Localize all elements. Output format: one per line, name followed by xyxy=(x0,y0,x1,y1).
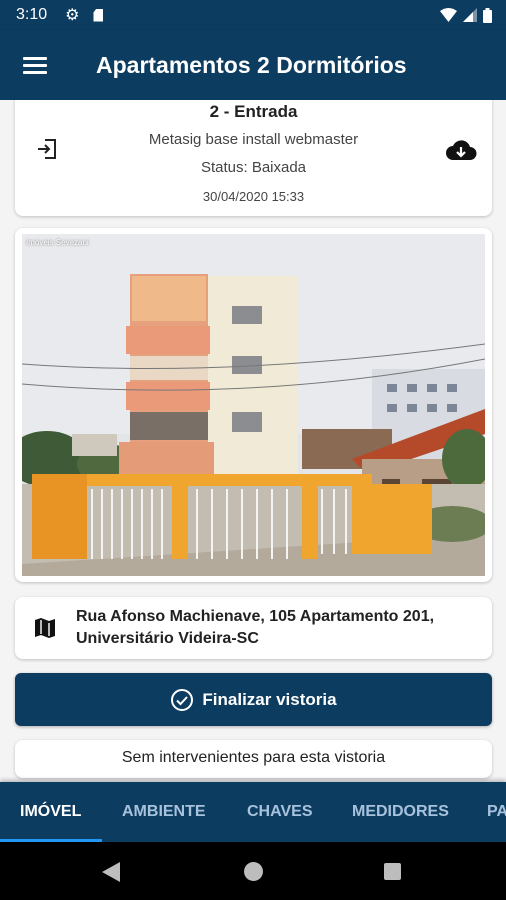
address-card[interactable]: Rua Afonso Machienave, 105 Apartamento 2… xyxy=(15,597,492,659)
check-circle-icon xyxy=(171,688,194,711)
status-time: 3:10 xyxy=(16,6,48,23)
recents-icon[interactable] xyxy=(384,863,401,880)
page-title: Apartamentos 2 Dormitórios xyxy=(96,51,407,78)
tab-ambiente[interactable]: AMBIENTE xyxy=(122,782,206,842)
status-bar: 3:10 ⚙ xyxy=(0,0,506,30)
main-content[interactable]: 2 - Entrada Metasig base install webmast… xyxy=(0,100,506,782)
finish-inspection-button[interactable]: Finalizar vistoria xyxy=(15,673,492,726)
entry-title: 2 - Entrada xyxy=(209,102,298,121)
entry-user: Metasig base install webmaster xyxy=(148,131,359,148)
photo-watermark: Imóveis Sevezani xyxy=(26,238,89,247)
hamburger-menu-icon[interactable] xyxy=(23,56,47,74)
address-text: Rua Afonso Machienave, 105 Apartamento 2… xyxy=(76,608,435,647)
tab-partial[interactable]: PA xyxy=(487,782,506,842)
cloud-download-icon[interactable] xyxy=(445,138,477,162)
home-icon[interactable] xyxy=(244,862,263,881)
building-photo[interactable]: Imóveis Sevezani xyxy=(22,234,485,576)
map-icon xyxy=(35,618,55,638)
system-nav-bar xyxy=(0,842,506,900)
tab-medidores[interactable]: MEDIDORES xyxy=(352,782,449,842)
tab-bar: IMÓVEL AMBIENTE CHAVES MEDIDORES PA xyxy=(0,782,506,842)
sd-card-icon xyxy=(93,8,104,22)
tab-chaves[interactable]: CHAVES xyxy=(247,782,313,842)
notice-text: Sem intervenientes para esta vistoria xyxy=(121,749,386,766)
no-intervenors-notice: Sem intervenientes para esta vistoria xyxy=(15,740,492,778)
property-photo-card[interactable]: Imóveis Sevezani xyxy=(15,228,492,582)
gear-icon: ⚙ xyxy=(65,7,80,24)
app-bar: Apartamentos 2 Dormitórios xyxy=(0,30,506,100)
signal-icon xyxy=(463,8,477,22)
tab-imovel[interactable]: IMÓVEL xyxy=(20,782,81,842)
back-icon[interactable] xyxy=(102,862,120,882)
entry-date: 30/04/2020 15:33 xyxy=(202,189,305,204)
entry-status: Status: Baixada xyxy=(200,159,307,176)
inspection-entry-card[interactable]: 2 - Entrada Metasig base install webmast… xyxy=(15,100,492,216)
wifi-icon xyxy=(440,8,457,22)
finish-inspection-label: Finalizar vistoria xyxy=(202,689,337,709)
status-right-icons xyxy=(440,7,492,23)
battery-icon xyxy=(483,7,492,23)
